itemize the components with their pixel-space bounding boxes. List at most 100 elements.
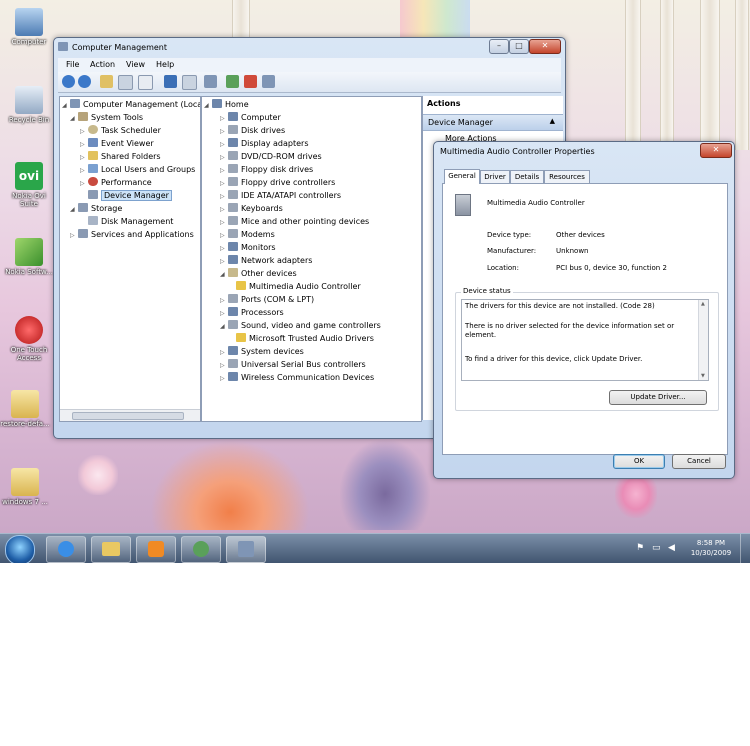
device-category[interactable]: ▷ Processors [220, 306, 284, 319]
nokia-software-icon [15, 238, 43, 266]
tree-item-event-viewer[interactable]: ▷ Event Viewer [80, 137, 154, 150]
properties-icon[interactable] [182, 75, 197, 90]
device-category[interactable]: ▷ Floppy drive controllers [220, 176, 335, 189]
desktop-icon-recycle-bin[interactable]: Recycle Bin [4, 86, 54, 124]
warning-device-icon [236, 333, 246, 342]
update-driver-icon[interactable] [226, 75, 239, 88]
folder-icon [102, 542, 120, 556]
device-category[interactable]: ▷ Ports (COM & LPT) [220, 293, 314, 306]
uninstall-icon[interactable] [244, 75, 257, 88]
processor-icon [228, 307, 238, 316]
maximize-button[interactable]: □ [509, 39, 529, 54]
device-category[interactable]: ◢ Sound, video and game controllers [220, 319, 381, 332]
update-driver-button[interactable]: Update Driver... [609, 390, 707, 405]
tab-driver[interactable]: Driver [480, 170, 510, 183]
desktop-icon-one-touch-access[interactable]: One Touch Access [4, 316, 54, 362]
menu-bar: File Action View Help [58, 58, 561, 72]
desktop-icon-restore-default[interactable]: restore-defa... [0, 390, 50, 428]
device-category[interactable]: ▷ IDE ATA/ATAPI controllers [220, 189, 341, 202]
device-category[interactable]: ◢ Other devices [220, 267, 297, 280]
device-item[interactable]: Microsoft Trusted Audio Drivers [236, 332, 374, 345]
ovi-icon: ovi [15, 162, 43, 190]
up-icon[interactable] [100, 75, 113, 88]
forward-icon[interactable] [78, 75, 91, 88]
tree-item-storage[interactable]: ◢ Storage [70, 202, 122, 215]
dialog-title-bar[interactable]: Multimedia Audio Controller Properties ✕ [434, 142, 734, 162]
back-icon[interactable] [62, 75, 75, 88]
taskbar-nokia-suite[interactable] [181, 536, 221, 563]
scan-hardware-icon[interactable] [204, 75, 217, 88]
tree-item-disk-management[interactable]: Disk Management [80, 215, 173, 228]
network-icon[interactable]: ▭ [652, 543, 661, 553]
show-desktop-button[interactable] [740, 534, 750, 563]
title-bar[interactable]: Computer Management – □ ✕ [54, 38, 565, 58]
ok-button[interactable]: OK [613, 454, 665, 469]
device-category[interactable]: ▷ System devices [220, 345, 304, 358]
volume-muted-icon[interactable]: ◀ [668, 543, 675, 553]
scroll-up-icon[interactable]: ▲ [701, 301, 705, 307]
tab-general[interactable]: General [444, 169, 480, 184]
minimize-button[interactable]: – [489, 39, 509, 54]
clock-icon [88, 125, 98, 134]
scroll-down-icon[interactable]: ▼ [701, 373, 705, 379]
desktop-icon-nokia-software[interactable]: Nokia Softw... [4, 238, 54, 276]
device-category[interactable]: ▷ Computer [220, 111, 281, 124]
clock[interactable]: 8:58 PM 10/30/2009 [688, 538, 734, 558]
menu-view[interactable]: View [126, 60, 145, 69]
one-touch-access-icon [15, 316, 43, 344]
menu-help[interactable]: Help [156, 60, 174, 69]
manufacturer-label: Manufacturer: [487, 247, 537, 255]
start-button[interactable] [5, 535, 35, 563]
device-category[interactable]: ▷ Network adapters [220, 254, 312, 267]
device-category[interactable]: ▷ Universal Serial Bus controllers [220, 358, 366, 371]
device-tree-root[interactable]: ◢ Home [204, 98, 249, 111]
device-category[interactable]: ▷ Monitors [220, 241, 276, 254]
tree-item-computer-management[interactable]: ◢ Computer Management (Local [62, 98, 200, 111]
show-hide-tree-icon[interactable] [118, 75, 133, 90]
device-category[interactable]: ▷ DVD/CD-ROM drives [220, 150, 322, 163]
close-button[interactable]: ✕ [529, 39, 561, 54]
device-category[interactable]: ▷ Keyboards [220, 202, 283, 215]
cancel-button[interactable]: Cancel [672, 454, 726, 469]
device-category[interactable]: ▷ Modems [220, 228, 275, 241]
desktop-icon-nokia-ovi-suite[interactable]: ovi Nokia Ovi Suite [4, 162, 54, 208]
status-line: The drivers for this device are not inst… [465, 302, 655, 310]
device-item[interactable]: Multimedia Audio Controller [236, 280, 361, 293]
horizontal-scrollbar[interactable] [60, 409, 200, 421]
desktop-icon-label: Computer [11, 38, 47, 46]
device-category[interactable]: ▷ Wireless Communication Devices [220, 371, 374, 384]
tree-item-local-users-groups[interactable]: ▷ Local Users and Groups [80, 163, 195, 176]
export-icon[interactable] [138, 75, 153, 90]
tree-item-system-tools[interactable]: ◢ System Tools [70, 111, 143, 124]
wallpaper-tree [232, 0, 250, 40]
tree-item-services-applications[interactable]: ▷ Services and Applications [70, 228, 194, 241]
taskbar-media-player[interactable] [136, 536, 176, 563]
help-icon[interactable] [164, 75, 177, 88]
scrollbar-thumb[interactable] [72, 412, 184, 420]
desktop-icon-computer[interactable]: Computer [4, 8, 54, 46]
status-scrollbar[interactable]: ▲ ▼ [698, 300, 708, 380]
menu-file[interactable]: File [66, 60, 79, 69]
tree-item-task-scheduler[interactable]: ▷ Task Scheduler [80, 124, 161, 137]
device-category[interactable]: ▷ Floppy disk drives [220, 163, 313, 176]
menu-action[interactable]: Action [90, 60, 115, 69]
dialog-close-button[interactable]: ✕ [700, 143, 732, 158]
desktop-icon-label: restore-defa... [0, 420, 50, 428]
taskbar-internet-explorer[interactable] [46, 536, 86, 563]
tree-item-device-manager[interactable]: Device Manager [80, 189, 172, 202]
tab-details[interactable]: Details [510, 170, 544, 183]
actions-section-device-manager[interactable]: Device Manager ▲ [423, 114, 563, 131]
device-status-textbox[interactable]: The drivers for this device are not inst… [461, 299, 709, 381]
taskbar-explorer[interactable] [91, 536, 131, 563]
enable-device-icon[interactable] [262, 75, 275, 88]
action-center-flag-icon[interactable]: ⚑ [636, 543, 644, 553]
desktop-icon-windows7[interactable]: windows 7 ... [0, 468, 50, 506]
device-category[interactable]: ▷ Disk drives [220, 124, 285, 137]
tree-item-performance[interactable]: ▷ Performance [80, 176, 152, 189]
tab-resources[interactable]: Resources [544, 170, 590, 183]
tree-item-shared-folders[interactable]: ▷ Shared Folders [80, 150, 161, 163]
taskbar-computer-management[interactable] [226, 536, 266, 563]
device-category[interactable]: ▷ Mice and other pointing devices [220, 215, 369, 228]
device-category[interactable]: ▷ Display adapters [220, 137, 309, 150]
controller-icon [228, 177, 238, 186]
